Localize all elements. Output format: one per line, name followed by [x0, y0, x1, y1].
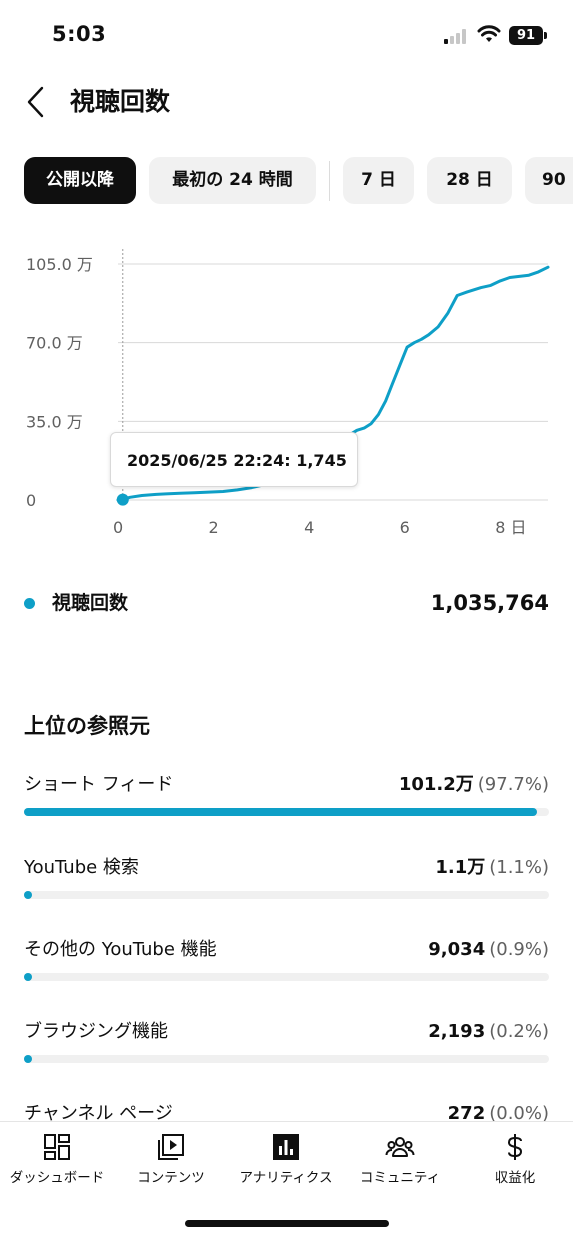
- chart-point-marker[interactable]: [116, 493, 129, 506]
- source-row[interactable]: ショート フィード 101.2万 (97.7%): [24, 771, 549, 833]
- source-name: その他の YouTube 機能: [24, 939, 217, 960]
- source-bar-fill: [24, 808, 537, 816]
- battery-tip: [544, 32, 547, 39]
- legend-label: 視聴回数: [52, 592, 129, 614]
- chip-28-days[interactable]: 28 日: [427, 157, 512, 204]
- range-chip-bar: 公開以降 最初の 24 時間 7 日 28 日 90 日: [0, 157, 573, 205]
- source-bar-fill: [24, 973, 32, 981]
- chart-x-tick-label: 6: [400, 518, 410, 537]
- dashboard-icon: [44, 1134, 70, 1160]
- source-bar-track: [24, 973, 549, 981]
- source-name: ショート フィード: [24, 774, 174, 795]
- top-sources-title: 上位の参照元: [24, 714, 150, 738]
- chart-x-tick-label: 0: [113, 518, 123, 537]
- chip-7-days[interactable]: 7 日: [343, 157, 414, 204]
- chart-tooltip: 2025/06/25 22:24: 1,745: [110, 432, 358, 487]
- wifi-icon: [477, 25, 501, 42]
- nav-dashboard[interactable]: ダッシュボード: [0, 1122, 114, 1202]
- nav-label: 収益化: [494, 1170, 536, 1186]
- total-views-value: 1,035,764: [430, 591, 549, 615]
- nav-label: アナリティクス: [239, 1170, 333, 1186]
- back-button[interactable]: [22, 84, 52, 120]
- page-title: 視聴回数: [70, 87, 171, 116]
- chart-y-tick-label: 0: [26, 491, 36, 510]
- source-name: ブラウジング機能: [24, 1021, 168, 1042]
- views-line-chart[interactable]: 105.0 万 70.0 万 35.0 万 0 0 2 4 6 8 日: [0, 235, 573, 555]
- nav-content[interactable]: コンテンツ: [114, 1122, 228, 1202]
- chart-y-tick-label: 70.0 万: [26, 334, 83, 353]
- cellular-signal-icon: [444, 28, 470, 44]
- chart-x-tick-label: 4: [304, 518, 314, 537]
- source-value: 1.1万 (1.1%): [435, 857, 549, 878]
- chart-y-tick-label: 35.0 万: [26, 412, 83, 431]
- source-bar-track: [24, 891, 549, 899]
- source-bar-track: [24, 808, 549, 816]
- chevron-left-icon: [27, 86, 44, 118]
- battery-icon: 91: [509, 26, 543, 45]
- status-time: 5:03: [52, 22, 107, 46]
- nav-monetization[interactable]: 収益化: [458, 1122, 572, 1202]
- chart-y-ticks: 105.0 万 70.0 万 35.0 万 0: [26, 255, 93, 510]
- nav-label: コンテンツ: [137, 1170, 205, 1186]
- chip-since-publish[interactable]: 公開以降: [24, 157, 136, 204]
- source-bar-fill: [24, 1055, 32, 1063]
- nav-community[interactable]: コミュニティ: [343, 1122, 457, 1202]
- chart-x-ticks: 0 2 4 6 8 日: [113, 518, 527, 537]
- source-value: 101.2万 (97.7%): [398, 774, 549, 795]
- chart-x-tick-label: 2: [209, 518, 219, 537]
- status-bar: 5:03 91: [0, 0, 573, 72]
- source-row[interactable]: ブラウジング機能 2,193 (0.2%): [24, 1018, 549, 1080]
- legend-dot-icon: [24, 598, 35, 609]
- nav-label: コミュニティ: [359, 1170, 441, 1186]
- analytics-icon: [273, 1134, 299, 1160]
- source-value: 2,193 (0.2%): [428, 1021, 549, 1042]
- chart-x-tick-label: 8 日: [495, 518, 526, 537]
- chip-divider: [329, 161, 330, 201]
- home-indicator: [185, 1220, 389, 1227]
- source-row[interactable]: その他の YouTube 機能 9,034 (0.9%): [24, 936, 549, 998]
- nav-label: ダッシュボード: [9, 1170, 105, 1186]
- nav-analytics[interactable]: アナリティクス: [229, 1122, 343, 1202]
- chip-90-days[interactable]: 90 日: [525, 157, 573, 204]
- dollar-icon: [507, 1134, 523, 1160]
- source-row[interactable]: YouTube 検索 1.1万 (1.1%): [24, 854, 549, 916]
- source-value: 9,034 (0.9%): [428, 939, 549, 960]
- source-bar-fill: [24, 891, 32, 899]
- chip-first-24-hours[interactable]: 最初の 24 時間: [149, 157, 316, 204]
- source-name: YouTube 検索: [24, 857, 139, 878]
- chart-y-tick-label: 105.0 万: [26, 255, 93, 274]
- content-icon: [158, 1134, 184, 1160]
- community-icon: [385, 1137, 415, 1157]
- source-bar-track: [24, 1055, 549, 1063]
